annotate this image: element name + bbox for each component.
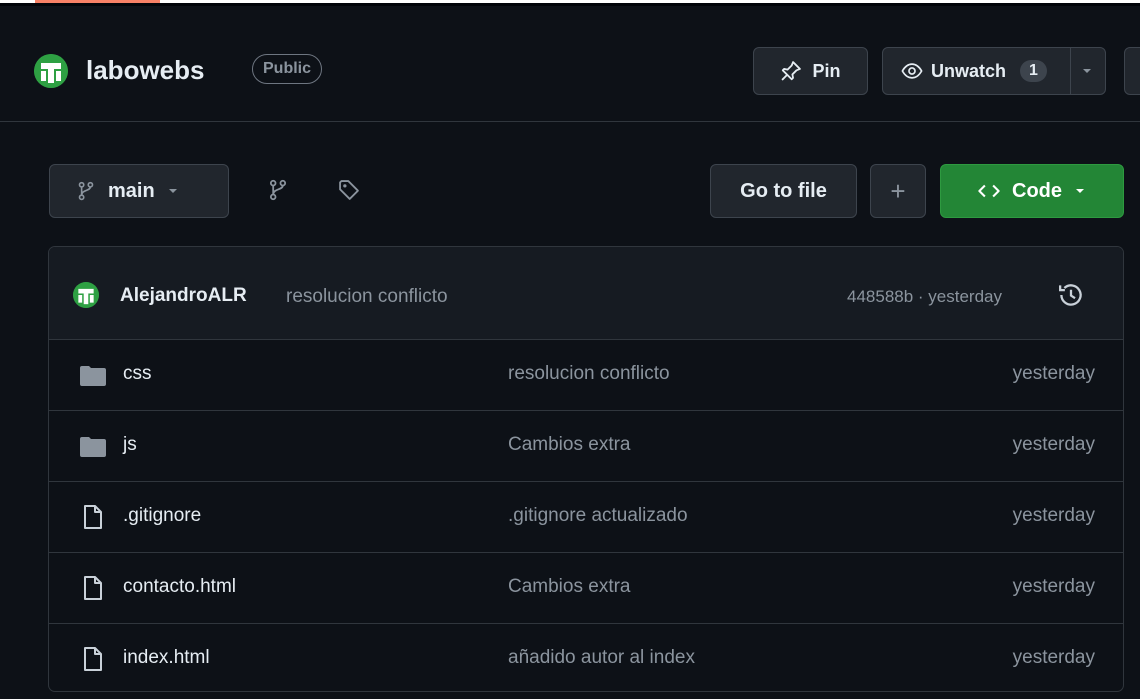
star-button-partial[interactable] [1124, 47, 1140, 95]
folder-icon [80, 437, 106, 457]
pin-icon [781, 61, 802, 81]
file-date: yesterday [1012, 647, 1095, 668]
button-divider [1070, 48, 1071, 94]
watch-count: 1 [1020, 60, 1047, 82]
file-icon [84, 505, 102, 529]
avatar[interactable] [73, 282, 99, 308]
file-row[interactable]: index.html añadido autor al index yester… [49, 624, 1123, 691]
repo-name[interactable]: labowebs [86, 55, 204, 86]
eye-icon [901, 63, 923, 79]
file-icon [84, 647, 102, 671]
git-branch-icon [78, 181, 94, 201]
code-label: Code [1012, 179, 1062, 202]
file-row[interactable]: css resolucion conflicto yesterday [49, 340, 1123, 411]
file-date: yesterday [1012, 505, 1095, 526]
pin-button[interactable]: Pin [753, 47, 868, 95]
file-commit-message[interactable]: resolucion conflicto [508, 363, 670, 385]
file-date: yesterday [1012, 363, 1095, 384]
tags-link[interactable] [333, 174, 365, 206]
tag-icon [339, 180, 359, 200]
file-name[interactable]: index.html [123, 647, 210, 669]
repo-owner-avatar[interactable] [34, 54, 68, 88]
chevron-down-icon [1076, 189, 1084, 193]
file-commit-message[interactable]: Cambios extra [508, 576, 631, 598]
file-commit-message[interactable]: Cambios extra [508, 434, 631, 456]
chevron-down-icon[interactable] [1081, 48, 1093, 94]
pin-label: Pin [812, 60, 841, 81]
git-branch-icon [269, 179, 287, 201]
branch-name: main [108, 179, 155, 202]
file-commit-message[interactable]: .gitignore actualizado [508, 505, 688, 527]
file-name[interactable]: .gitignore [123, 505, 201, 527]
branches-link[interactable] [262, 174, 294, 206]
unwatch-label: Unwatch [931, 60, 1007, 81]
file-name[interactable]: contacto.html [123, 576, 236, 598]
history-icon[interactable] [1057, 281, 1085, 309]
latest-commit-bar: AlejandroALR resolucion conflicto 448588… [49, 247, 1123, 340]
code-icon [978, 184, 1000, 198]
file-table: AlejandroALR resolucion conflicto 448588… [48, 246, 1124, 692]
branch-select-button[interactable]: main [49, 164, 229, 218]
file-name[interactable]: js [123, 434, 137, 456]
go-to-file-button[interactable]: Go to file [710, 164, 857, 218]
file-date: yesterday [1012, 576, 1095, 597]
commit-message[interactable]: resolucion conflicto [286, 286, 448, 308]
file-row[interactable]: js Cambios extra yesterday [49, 411, 1123, 482]
commit-hash-time[interactable]: 448588b · yesterday [847, 287, 1002, 307]
file-icon [84, 576, 102, 600]
commit-author[interactable]: AlejandroALR [120, 285, 247, 307]
file-commit-message[interactable]: añadido autor al index [508, 647, 695, 669]
chevron-down-icon [168, 189, 177, 193]
folder-icon [80, 366, 106, 386]
file-row[interactable]: .gitignore .gitignore actualizado yester… [49, 482, 1123, 553]
file-row[interactable]: contacto.html Cambios extra yesterday [49, 553, 1123, 624]
unwatch-button[interactable]: Unwatch 1 [882, 47, 1106, 95]
code-button[interactable]: Code [940, 164, 1124, 218]
file-name[interactable]: css [123, 363, 152, 385]
repo-header: labowebs Public Pin Unwatch 1 [0, 6, 1140, 122]
visibility-badge: Public [252, 54, 323, 84]
add-file-button[interactable]: + [870, 164, 926, 218]
file-date: yesterday [1012, 434, 1095, 455]
